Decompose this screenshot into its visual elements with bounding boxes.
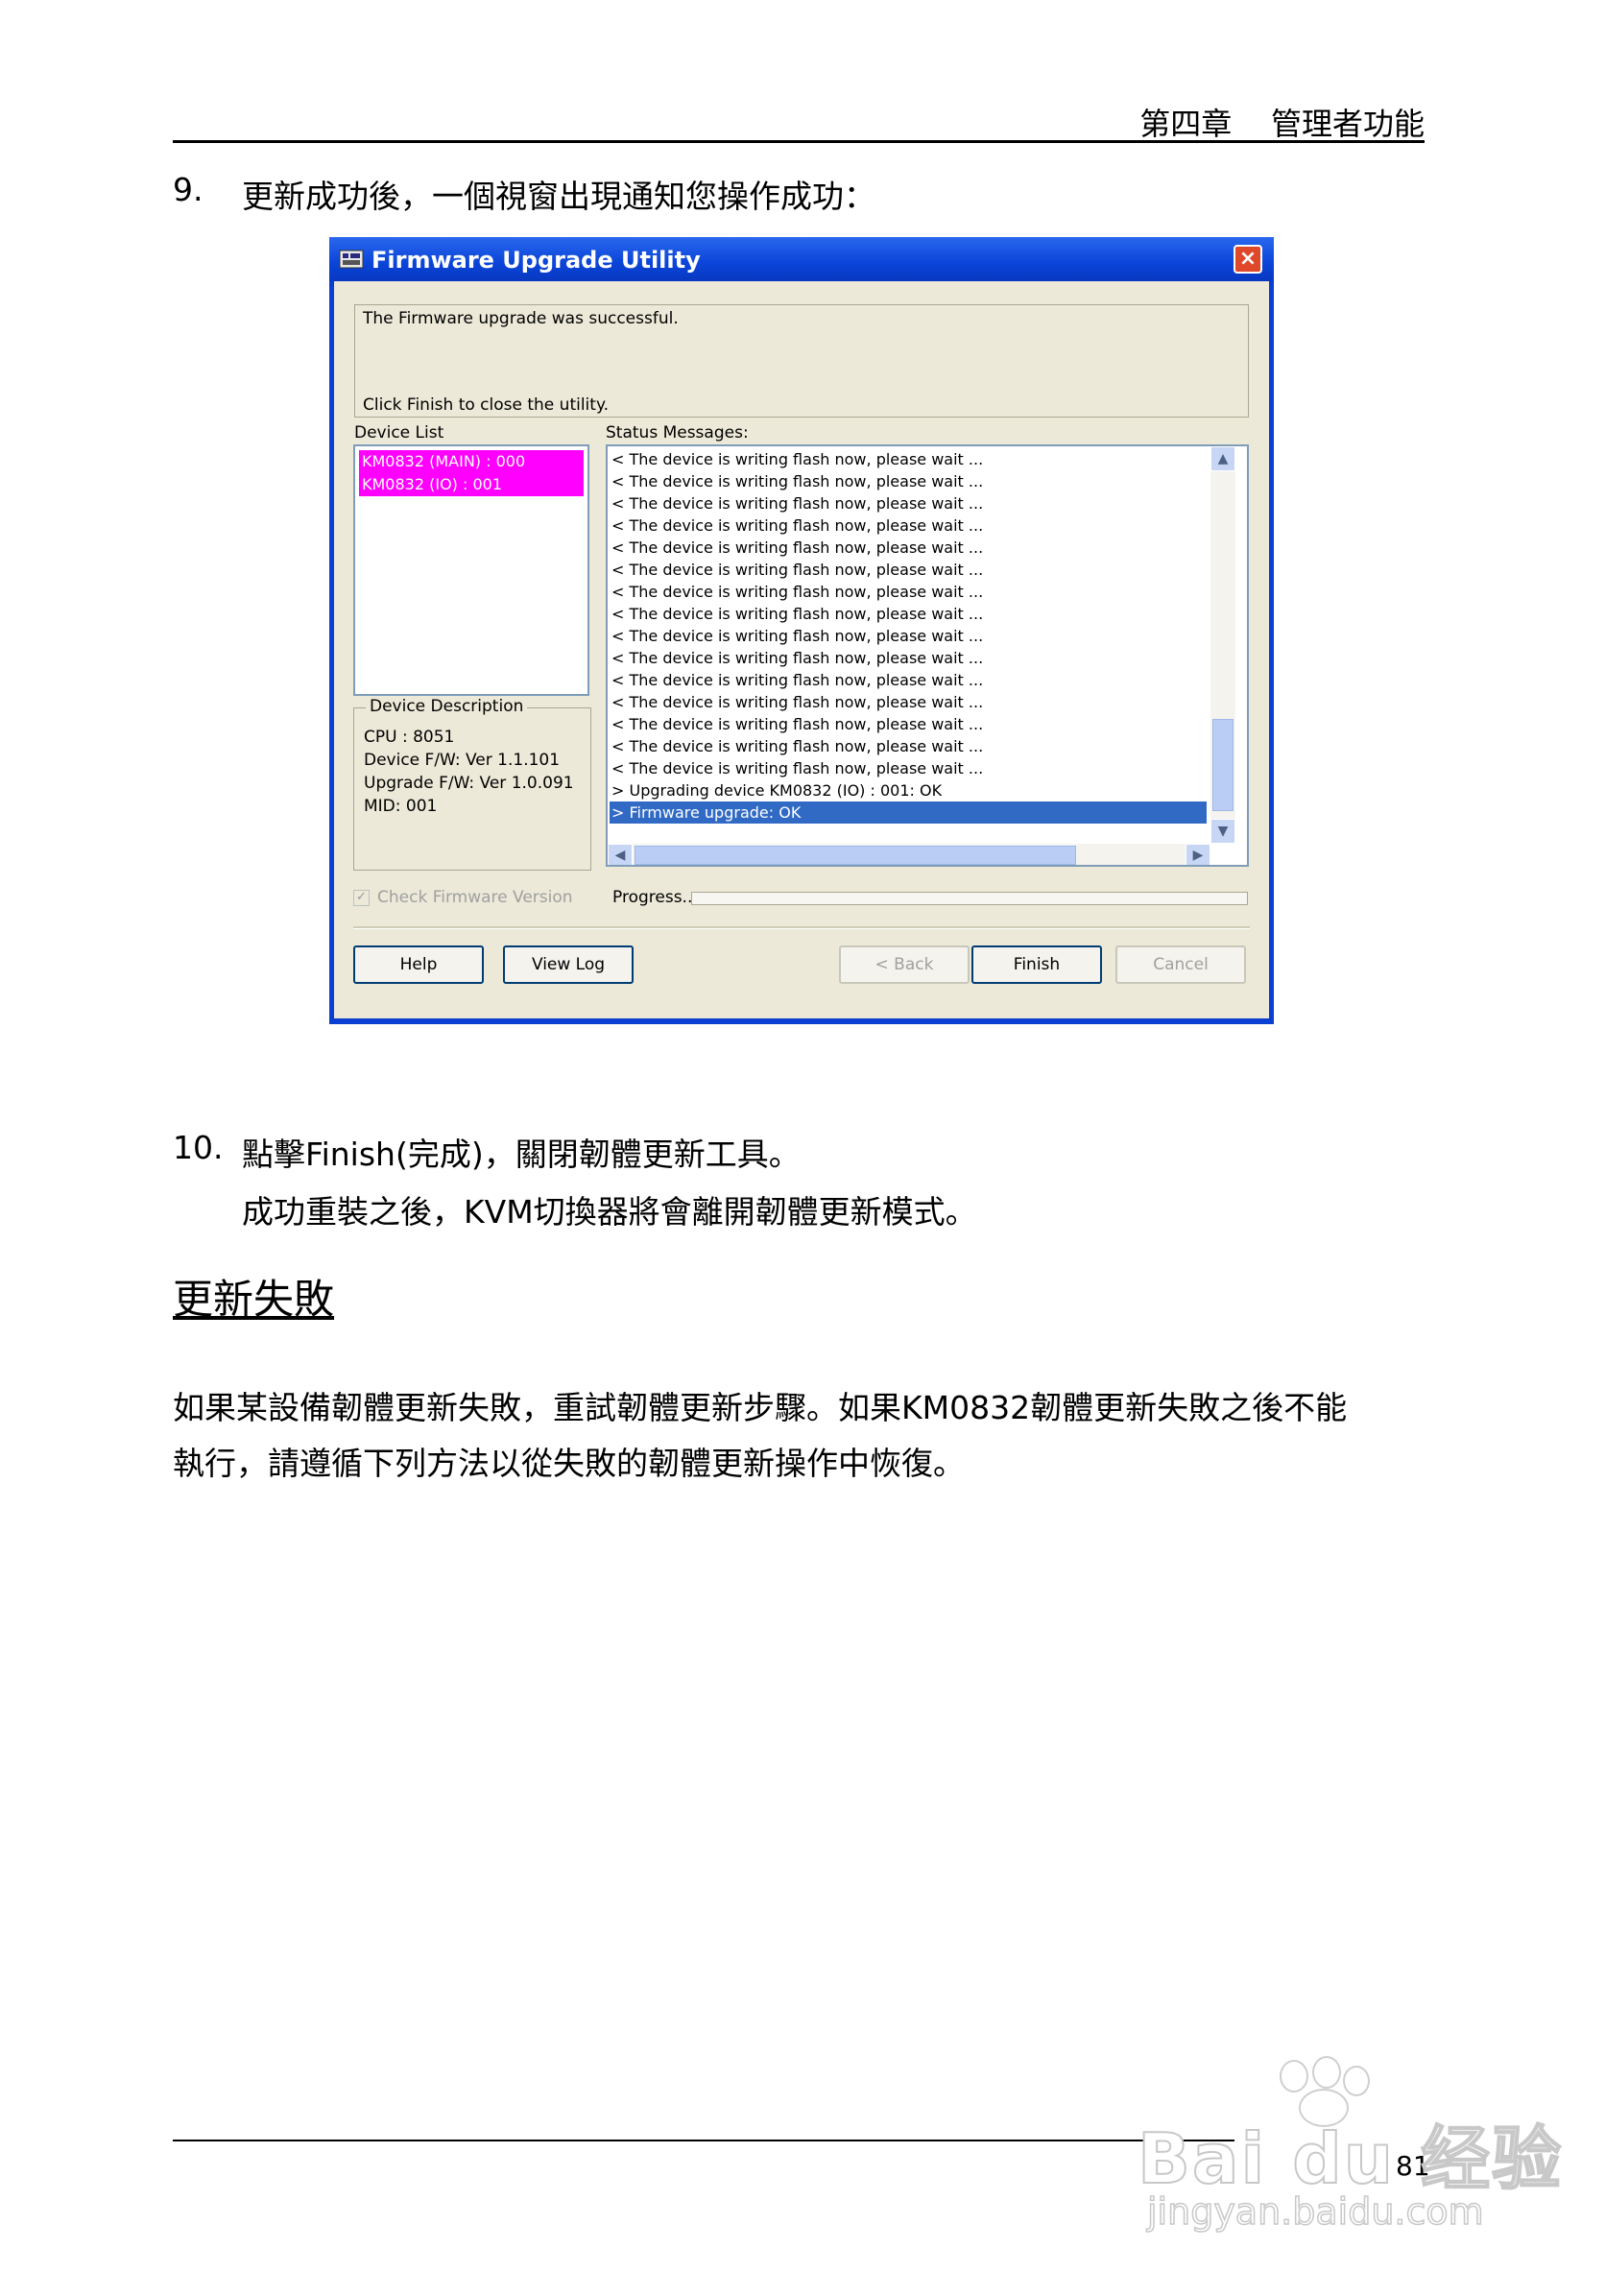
- watermark-brand: Bai du 经验: [1137, 2117, 1564, 2200]
- scroll-left-icon[interactable]: ◀: [608, 844, 633, 865]
- status-line: < The device is writing flash now, pleas…: [611, 450, 984, 468]
- finish-hint: Click Finish to close the utility.: [363, 395, 609, 415]
- status-line: < The device is writing flash now, pleas…: [611, 671, 984, 689]
- app-icon: [339, 247, 364, 272]
- scroll-right-icon[interactable]: ▶: [1186, 844, 1210, 865]
- status-line: < The device is writing flash now, pleas…: [611, 561, 984, 579]
- status-line: < The device is writing flash now, pleas…: [611, 649, 984, 667]
- paragraph-line-2: 執行，請遵循下列方法以從失敗的韌體更新操作中恢復。: [173, 1445, 965, 1482]
- horizontal-scrollbar[interactable]: ◀ ▶: [608, 844, 1210, 865]
- paragraph-line-1: 如果某設備韌體更新失敗，重試韌體更新步驟。如果KM0832韌體更新失敗之後不能: [173, 1389, 1348, 1426]
- device-firmware-version: Device F/W: Ver 1.1.101: [364, 751, 561, 770]
- check-firmware-version-option[interactable]: ✓ Check Firmware Version: [353, 888, 573, 907]
- status-line-selected[interactable]: > Firmware upgrade: OK: [610, 801, 1207, 824]
- status-line: < The device is writing flash now, pleas…: [611, 583, 984, 601]
- close-icon[interactable]: ×: [1234, 245, 1262, 274]
- status-line: < The device is writing flash now, pleas…: [611, 627, 984, 645]
- device-item[interactable]: KM0832 (MAIN) : 000: [359, 450, 584, 473]
- dialog-title: Firmware Upgrade Utility: [371, 247, 701, 274]
- step-10-number: 10.: [173, 1129, 224, 1166]
- status-line: < The device is writing flash now, pleas…: [611, 472, 984, 490]
- view-log-button[interactable]: View Log: [503, 945, 634, 984]
- progress-label: Progress...: [612, 888, 698, 907]
- cancel-button[interactable]: Cancel: [1115, 945, 1246, 984]
- device-description-group: Device Description CPU : 8051 Device F/W…: [353, 697, 591, 871]
- vertical-scroll-thumb[interactable]: [1212, 719, 1234, 811]
- status-line: < The device is writing flash now, pleas…: [611, 759, 984, 777]
- status-line: < The device is writing flash now, pleas…: [611, 693, 984, 711]
- button-separator: [353, 926, 1250, 929]
- device-list[interactable]: KM0832 (MAIN) : 000 KM0832 (IO) : 001: [353, 444, 589, 696]
- device-cpu: CPU : 8051: [364, 728, 455, 747]
- device-mid: MID: 001: [364, 797, 438, 816]
- watermark-url: jingyan.baidu.com: [1146, 2189, 1484, 2234]
- step-9-text: 更新成功後，一個視窗出現通知您操作成功：: [242, 178, 875, 215]
- upgrade-firmware-version: Upgrade F/W: Ver 1.0.091: [364, 774, 574, 793]
- scroll-down-icon[interactable]: ▼: [1210, 819, 1235, 844]
- check-firmware-version-label: Check Firmware Version: [377, 888, 573, 907]
- horizontal-scroll-thumb[interactable]: [635, 846, 1076, 865]
- scroll-up-icon[interactable]: ▲: [1210, 446, 1235, 471]
- step-10-line-2: 成功重裝之後，KVM切換器將會離開韌體更新模式。: [242, 1193, 977, 1231]
- status-line: < The device is writing flash now, pleas…: [611, 715, 984, 733]
- device-description-title: Device Description: [366, 697, 528, 716]
- chapter-header: 第四章 管理者功能: [1139, 106, 1425, 142]
- section-title: 更新失敗: [173, 1276, 335, 1323]
- dialog-client-area: The Firmware upgrade was successful. Cli…: [334, 281, 1269, 1018]
- status-line: < The device is writing flash now, pleas…: [611, 538, 984, 557]
- status-line: < The device is writing flash now, pleas…: [611, 605, 984, 623]
- paw-icon: [1280, 2060, 1308, 2093]
- device-item[interactable]: KM0832 (IO) : 001: [359, 473, 584, 496]
- success-message: The Firmware upgrade was successful.: [363, 309, 679, 328]
- status-messages-list[interactable]: < The device is writing flash now, pleas…: [606, 444, 1249, 867]
- help-button[interactable]: Help: [353, 945, 484, 984]
- finish-button[interactable]: Finish: [971, 945, 1102, 984]
- status-line: < The device is writing flash now, pleas…: [611, 494, 984, 513]
- dialog-titlebar[interactable]: Firmware Upgrade Utility ×: [329, 237, 1274, 281]
- progress-bar: [691, 892, 1248, 905]
- step-10-line-1: 點擊Finish(完成)，關閉韌體更新工具。: [242, 1136, 801, 1173]
- header-rule: [173, 140, 1425, 143]
- vertical-scrollbar[interactable]: ▲ ▼: [1210, 446, 1235, 844]
- checkbox-icon[interactable]: ✓: [353, 889, 370, 906]
- firmware-upgrade-dialog: Firmware Upgrade Utility × The Firmware …: [329, 237, 1274, 1024]
- status-line: < The device is writing flash now, pleas…: [611, 516, 984, 535]
- paw-icon: [1312, 2056, 1341, 2089]
- footer-rule: [173, 2140, 1234, 2141]
- step-9-number: 9.: [173, 171, 204, 208]
- status-line: < The device is writing flash now, pleas…: [611, 737, 984, 755]
- status-line: > Upgrading device KM0832 (IO) : 001: OK: [611, 781, 943, 800]
- status-messages-label: Status Messages:: [606, 423, 749, 442]
- baidu-watermark: Bai du 经验 jingyan.baidu.com: [1137, 2056, 1562, 2248]
- result-message-box: The Firmware upgrade was successful. Cli…: [354, 304, 1249, 418]
- back-button[interactable]: < Back: [839, 945, 970, 984]
- device-list-label: Device List: [354, 423, 444, 442]
- paw-icon: [1343, 2066, 1370, 2096]
